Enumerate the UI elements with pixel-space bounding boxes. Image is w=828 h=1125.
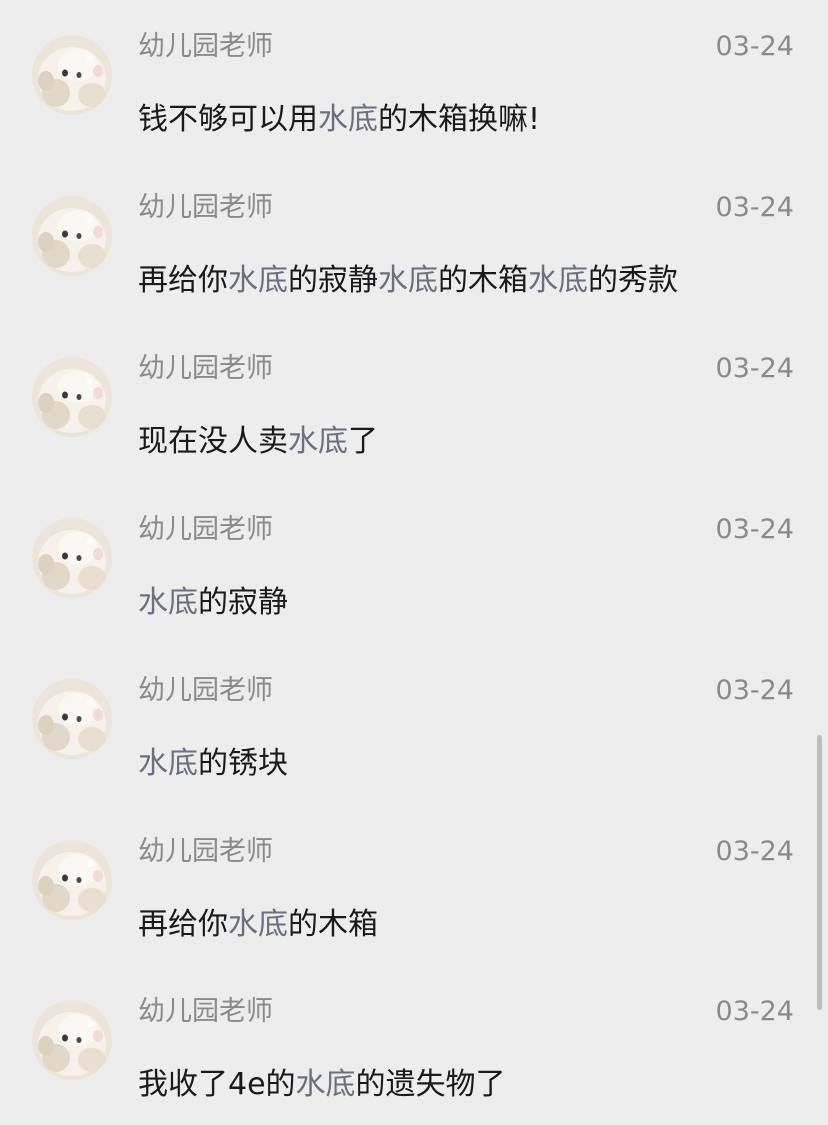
cat-avatar-icon[interactable] bbox=[32, 840, 112, 920]
message-text-highlight: 水底 bbox=[138, 585, 198, 620]
message-item[interactable]: 幼儿园老师 03-24 水底的锈块 bbox=[0, 644, 828, 804]
cat-avatar-icon[interactable] bbox=[32, 518, 112, 598]
message-text: 现在没人卖水底了 bbox=[138, 420, 378, 464]
message-time: 03-24 bbox=[715, 675, 794, 706]
sender-name: 幼儿园老师 bbox=[138, 31, 273, 62]
message-text-segment: 的寂静 bbox=[198, 585, 288, 620]
message-text-segment: 的木箱 bbox=[288, 907, 378, 942]
message-text: 水底的锈块 bbox=[138, 742, 288, 786]
message-text: 钱不够可以用水底的木箱换嘛! bbox=[138, 98, 540, 142]
message-text-segment: 的锈块 bbox=[198, 746, 288, 781]
sender-name: 幼儿园老师 bbox=[138, 514, 273, 545]
message-text-segment: 的秀款 bbox=[588, 263, 678, 298]
message-text-segment: 的寂静 bbox=[288, 263, 378, 298]
message-text: 水底的寂静 bbox=[138, 581, 288, 625]
message-text-highlight: 水底 bbox=[228, 907, 288, 942]
sender-name: 幼儿园老师 bbox=[138, 192, 273, 223]
message-text-highlight: 水底 bbox=[528, 263, 588, 298]
message-text-segment: 了 bbox=[348, 424, 378, 459]
message-text-segment: 的木箱 bbox=[438, 263, 528, 298]
message-time: 03-24 bbox=[715, 192, 794, 223]
message-time: 03-24 bbox=[715, 514, 794, 545]
message-text: 再给你水底的木箱 bbox=[138, 903, 378, 947]
message-list[interactable]: 幼儿园老师 03-24 钱不够可以用水底的木箱换嘛! 幼儿园老师 03-24 再… bbox=[0, 0, 828, 1125]
message-time: 03-24 bbox=[715, 353, 794, 384]
cat-avatar-icon[interactable] bbox=[32, 679, 112, 759]
message-text-highlight: 水底 bbox=[288, 424, 348, 459]
cat-avatar-icon[interactable] bbox=[32, 357, 112, 437]
sender-name: 幼儿园老师 bbox=[138, 996, 273, 1027]
scrollbar[interactable] bbox=[817, 735, 822, 1010]
message-text-segment: 的遗失物了 bbox=[355, 1067, 506, 1102]
cat-avatar-icon[interactable] bbox=[32, 196, 112, 276]
message-text: 再给你水底的寂静水底的木箱水底的秀款 bbox=[138, 259, 678, 303]
message-time: 03-24 bbox=[715, 836, 794, 867]
message-text-highlight: 水底 bbox=[228, 263, 288, 298]
message-text: 我收了4e的水底的遗失物了 bbox=[138, 1063, 506, 1107]
message-text-segment: 再给你 bbox=[138, 263, 228, 298]
message-text-segment: 再给你 bbox=[138, 907, 228, 942]
message-text-highlight: 水底 bbox=[295, 1067, 356, 1102]
message-item[interactable]: 幼儿园老师 03-24 水底的寂静 bbox=[0, 483, 828, 643]
sender-name: 幼儿园老师 bbox=[138, 353, 273, 384]
message-text-highlight: 水底 bbox=[318, 102, 378, 137]
message-text-highlight: 水底 bbox=[378, 263, 438, 298]
message-item[interactable]: 幼儿园老师 03-24 再给你水底的木箱 bbox=[0, 805, 828, 965]
message-time: 03-24 bbox=[715, 996, 794, 1027]
message-item[interactable]: 幼儿园老师 03-24 钱不够可以用水底的木箱换嘛! bbox=[0, 0, 828, 160]
cat-avatar-icon[interactable] bbox=[32, 1000, 112, 1080]
message-item[interactable]: 幼儿园老师 03-24 我收了4e的水底的遗失物了 bbox=[0, 965, 828, 1125]
sender-name: 幼儿园老师 bbox=[138, 836, 273, 867]
message-text-highlight: 水底 bbox=[138, 746, 198, 781]
message-time: 03-24 bbox=[715, 31, 794, 62]
message-item[interactable]: 幼儿园老师 03-24 再给你水底的寂静水底的木箱水底的秀款 bbox=[0, 161, 828, 321]
message-text-segment: 现在没人卖 bbox=[138, 424, 288, 459]
message-text-segment: 的木箱换嘛! bbox=[378, 102, 541, 137]
message-item[interactable]: 幼儿园老师 03-24 现在没人卖水底了 bbox=[0, 322, 828, 482]
message-text-segment: 钱不够可以用 bbox=[138, 102, 318, 137]
sender-name: 幼儿园老师 bbox=[138, 675, 273, 706]
cat-avatar-icon[interactable] bbox=[32, 35, 112, 115]
message-text-segment: 我收了4e的 bbox=[138, 1067, 296, 1102]
